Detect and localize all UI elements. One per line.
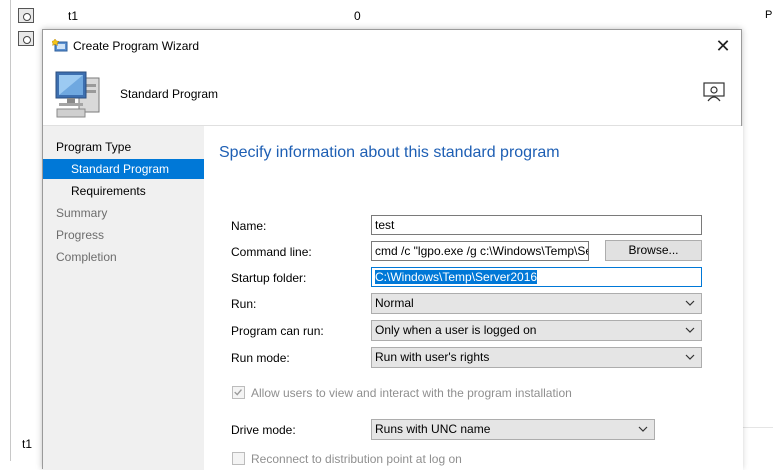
dialog-titlebar[interactable]: Create Program Wizard ✕ xyxy=(43,30,741,60)
reconnect-checkbox[interactable] xyxy=(232,452,245,465)
nav-item-standard-program[interactable]: Standard Program xyxy=(43,159,204,179)
chevron-down-icon xyxy=(685,300,695,306)
wizard-icon xyxy=(52,38,68,52)
checkmark-icon xyxy=(234,389,242,396)
command-line-label: Command line: xyxy=(231,245,312,259)
run-label: Run: xyxy=(231,297,257,311)
run-mode-value: Run with user's rights xyxy=(375,350,490,364)
allow-interaction-label: Allow users to view and interact with th… xyxy=(251,386,572,400)
drive-mode-value: Runs with UNC name xyxy=(375,422,491,436)
reconnect-label: Reconnect to distribution point at log o… xyxy=(251,452,462,466)
nav-item-summary[interactable]: Summary xyxy=(43,203,204,223)
run-select[interactable]: Normal xyxy=(371,293,702,314)
startup-folder-field[interactable]: C:\Windows\Temp\Server2016 xyxy=(371,267,702,287)
close-icon: ✕ xyxy=(715,36,731,56)
command-line-field[interactable]: cmd /c "lgpo.exe /g c:\Windows\Temp\Serv… xyxy=(371,241,589,261)
allow-interaction-checkbox[interactable] xyxy=(232,386,245,399)
content-title: Specify information about this standard … xyxy=(219,144,560,161)
row-value: 0 xyxy=(354,9,361,23)
chevron-down-icon xyxy=(685,327,695,333)
nav-item-completion[interactable]: Completion xyxy=(43,247,204,267)
close-button[interactable]: ✕ xyxy=(711,35,735,57)
program-icon xyxy=(18,31,34,46)
startup-folder-label: Startup folder: xyxy=(231,271,307,285)
program-can-run-value: Only when a user is logged on xyxy=(375,323,537,337)
create-program-wizard-dialog: Create Program Wizard ✕ Standard Program… xyxy=(42,29,743,470)
program-can-run-select[interactable]: Only when a user is logged on xyxy=(371,320,702,341)
help-icon[interactable] xyxy=(703,82,725,102)
drive-mode-select[interactable]: Runs with UNC name xyxy=(371,419,655,440)
computer-icon xyxy=(55,71,100,118)
name-label: Name: xyxy=(231,219,267,233)
nav-item-progress[interactable]: Progress xyxy=(43,225,204,245)
run-mode-label: Run mode: xyxy=(231,351,290,365)
row-end: Pl xyxy=(765,9,773,21)
program-can-run-label: Program can run: xyxy=(231,324,324,338)
background-right-strip xyxy=(743,29,773,461)
chevron-down-icon xyxy=(685,354,695,360)
name-field[interactable]: test xyxy=(371,215,702,235)
run-value: Normal xyxy=(375,296,414,310)
startup-folder-value: C:\Windows\Temp\Server2016 xyxy=(375,270,538,284)
wizard-header: Standard Program xyxy=(43,60,741,126)
wizard-step-nav: Program Type Standard Program Requiremen… xyxy=(43,126,204,470)
program-icon xyxy=(18,8,34,23)
row-name: t1 xyxy=(68,9,79,23)
wizard-content: Specify information about this standard … xyxy=(204,126,743,470)
dialog-title: Create Program Wizard xyxy=(73,39,200,53)
nav-item-requirements[interactable]: Requirements xyxy=(43,181,204,201)
drive-mode-label: Drive mode: xyxy=(231,423,296,437)
background-footer-name: t1 xyxy=(22,437,33,451)
chevron-down-icon xyxy=(638,426,648,432)
nav-item-program-type[interactable]: Program Type xyxy=(43,137,204,157)
background-list-row[interactable]: t1 0 Pl xyxy=(0,5,773,27)
run-mode-select[interactable]: Run with user's rights xyxy=(371,347,702,368)
background-divider xyxy=(10,0,11,461)
browse-button[interactable]: Browse... xyxy=(605,240,702,261)
header-title: Standard Program xyxy=(120,87,219,101)
